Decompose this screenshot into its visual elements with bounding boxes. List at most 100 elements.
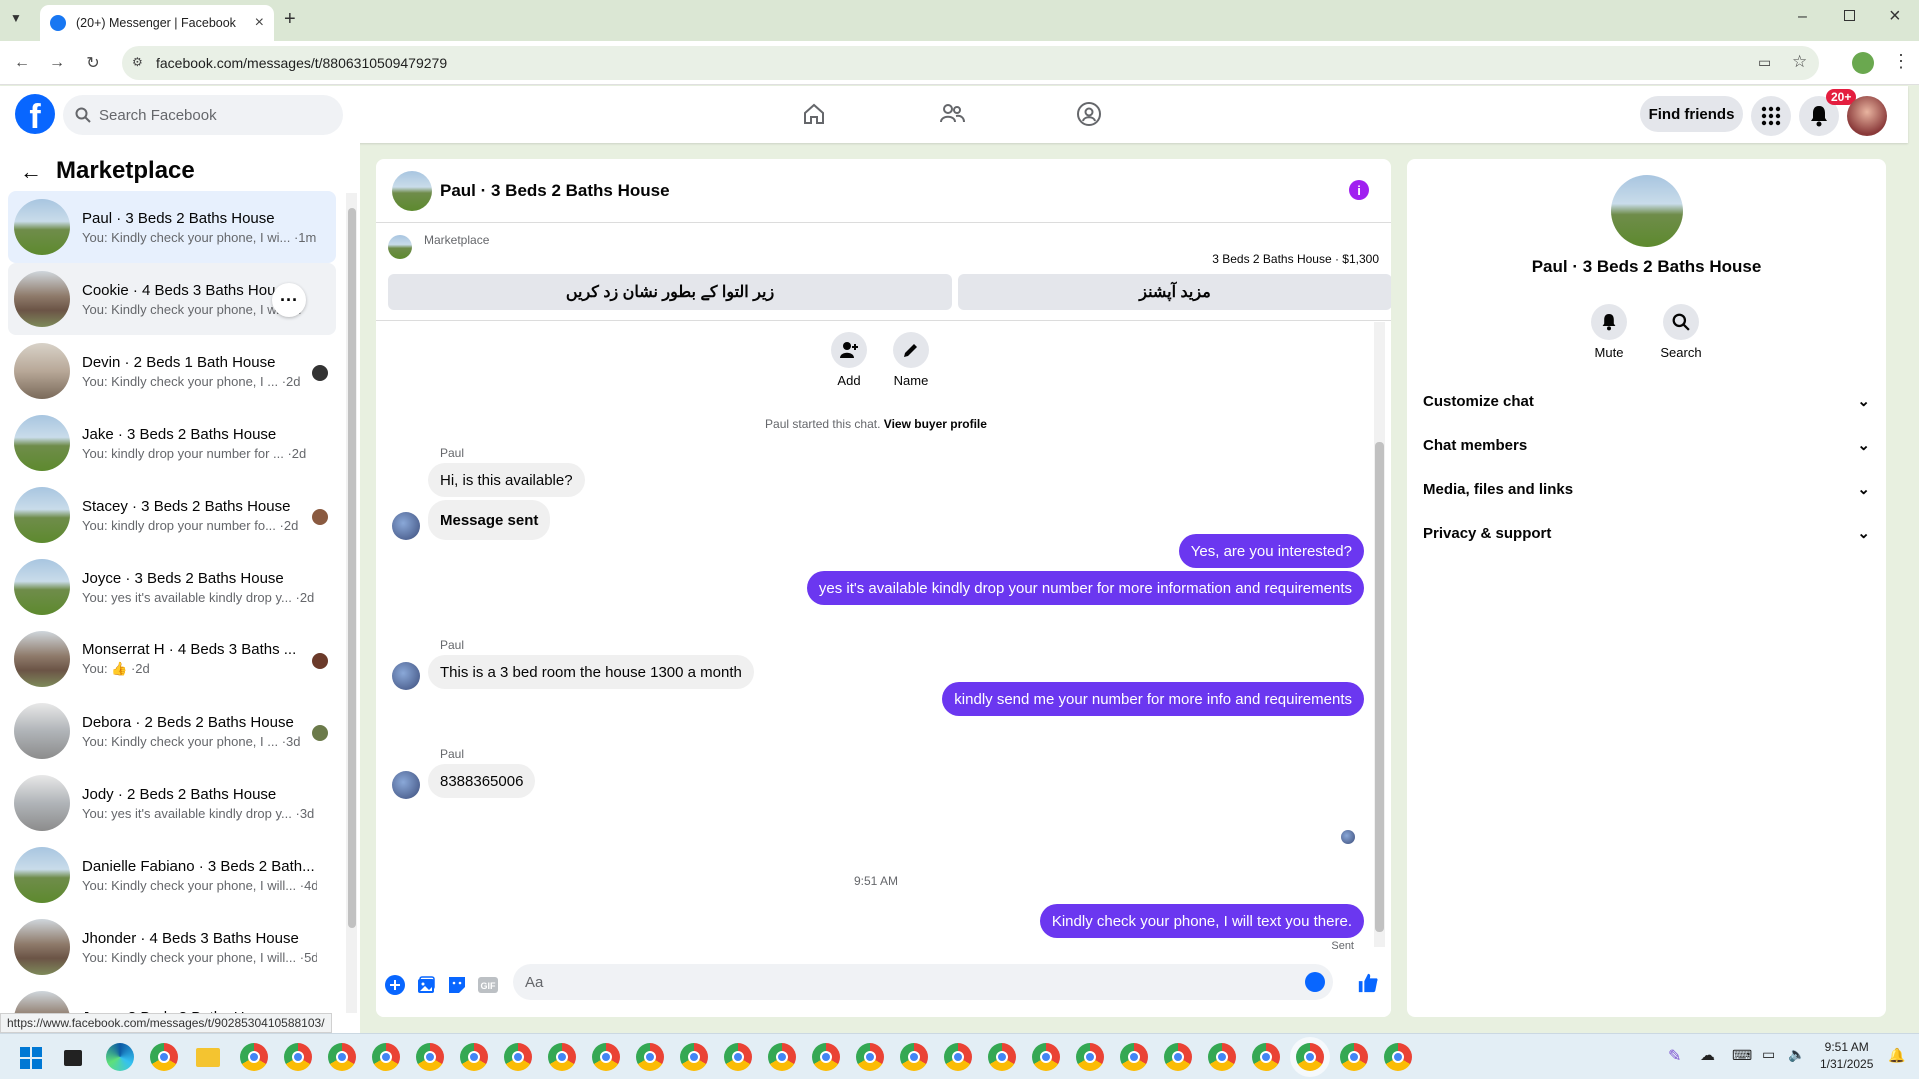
groups-nav-icon[interactable] (1069, 96, 1109, 132)
conversation-item[interactable]: Jhonder · 4 Beds 3 Baths House You: Kindl… (8, 911, 336, 983)
reload-icon[interactable]: ↻ (82, 52, 104, 74)
chrome-icon[interactable] (150, 1043, 178, 1071)
photo-icon[interactable] (415, 974, 437, 996)
like-thumb-icon[interactable] (1357, 972, 1379, 994)
facebook-search-input[interactable]: Search Facebook (63, 95, 343, 135)
display-icon[interactable]: ▭ (1762, 1046, 1775, 1063)
customize-chat-section[interactable]: Customize chat ⌄ (1423, 383, 1870, 419)
volume-icon[interactable]: 🔈 (1788, 1046, 1805, 1063)
chrome-icon[interactable] (1164, 1043, 1192, 1071)
pen-icon[interactable]: ✎ (1668, 1046, 1681, 1066)
network-icon[interactable]: ☁ (1700, 1046, 1715, 1064)
chrome-icon[interactable] (680, 1043, 708, 1071)
message-bubble-outgoing[interactable]: Yes, are you interested? (1178, 534, 1364, 568)
home-nav-icon[interactable] (794, 96, 834, 132)
chat-members-section[interactable]: Chat members ⌄ (1423, 427, 1870, 463)
chrome-icon[interactable] (988, 1043, 1016, 1071)
menu-grid-button[interactable] (1751, 96, 1791, 136)
chrome-icon[interactable] (944, 1043, 972, 1071)
conversation-item[interactable]: Stacey · 3 Beds 2 Baths House You: kindly… (8, 479, 336, 551)
notification-center-icon[interactable]: 🔔 (1888, 1047, 1905, 1064)
chrome-icon[interactable] (724, 1043, 752, 1071)
chat-avatar[interactable] (392, 170, 432, 211)
close-window-icon[interactable]: × (1889, 5, 1901, 28)
conversation-item[interactable]: Debora · 2 Beds 2 Baths House You: Kindly… (8, 695, 336, 767)
message-bubble-incoming[interactable]: 8388365006 (428, 764, 536, 798)
edit-name-button[interactable]: Name (881, 332, 941, 388)
minimize-icon[interactable]: – (1798, 8, 1807, 26)
conversation-item[interactable]: Cookie · 4 Beds 3 Baths Hou You: Kindly c… (8, 263, 336, 335)
chrome-icon[interactable] (1208, 1043, 1236, 1071)
more-options-button[interactable]: مزید آپشنز (958, 274, 1391, 310)
chrome-icon[interactable] (1340, 1043, 1368, 1071)
chrome-icon[interactable] (328, 1043, 356, 1071)
scroll-thumb[interactable] (1375, 442, 1384, 932)
mark-pending-button[interactable]: زیر التوا کے بطور نشان زد کریں (388, 274, 952, 310)
sticker-icon[interactable] (446, 974, 468, 996)
plus-icon[interactable] (384, 974, 406, 996)
chat-title[interactable]: Paul · 3 Beds 2 Baths House (440, 181, 670, 201)
more-options-button[interactable]: ··· (272, 283, 306, 317)
file-explorer-icon[interactable] (196, 1048, 220, 1067)
back-arrow-icon[interactable]: ← (20, 159, 42, 185)
address-bar[interactable]: ⚙ facebook.com/messages/t/88063105094792… (122, 46, 1819, 80)
back-icon[interactable]: ← (11, 52, 33, 74)
account-avatar[interactable] (1847, 96, 1887, 136)
message-bubble-incoming[interactable]: Hi, is this available? (428, 463, 585, 497)
chrome-icon[interactable] (1120, 1043, 1148, 1071)
chat-scrollbar[interactable] (1374, 322, 1385, 947)
chrome-icon[interactable] (1252, 1043, 1280, 1071)
close-tab-icon[interactable]: × (255, 14, 264, 32)
bookmark-star-icon[interactable]: ☆ (1792, 52, 1807, 72)
forward-icon[interactable]: → (46, 52, 68, 74)
scroll-thumb[interactable] (348, 208, 356, 928)
media-files-links-section[interactable]: Media, files and links ⌄ (1423, 471, 1870, 507)
conversation-item[interactable]: Devin · 2 Beds 1 Bath House You: Kindly c… (8, 335, 336, 407)
conversation-item[interactable]: Jody · 2 Beds 2 Baths House You: yes it's… (8, 767, 336, 839)
edge-icon[interactable] (106, 1043, 134, 1071)
new-tab-icon[interactable]: + (284, 8, 296, 31)
chrome-icon[interactable] (1384, 1043, 1412, 1071)
find-friends-button[interactable]: Find friends (1640, 96, 1743, 132)
sidebar-scrollbar[interactable] (346, 193, 357, 1013)
chrome-icon[interactable] (372, 1043, 400, 1071)
message-bubble-incoming[interactable]: Message sent (428, 500, 551, 540)
site-info-icon[interactable]: ⚙ (132, 55, 148, 71)
system-clock[interactable]: 9:51 AM 1/31/2025 (1820, 1039, 1873, 1073)
chrome-icon[interactable] (284, 1043, 312, 1071)
chrome-icon[interactable] (1296, 1043, 1324, 1071)
tab-search-chevron-icon[interactable]: ▼ (10, 11, 30, 31)
chrome-icon[interactable] (1076, 1043, 1104, 1071)
chrome-icon[interactable] (856, 1043, 884, 1071)
emoji-icon[interactable] (1305, 972, 1325, 992)
browser-menu-icon[interactable]: ⋮ (1892, 51, 1910, 72)
conversation-item[interactable]: Joyce · 3 Beds 2 Baths House You: yes it'… (8, 551, 336, 623)
friends-nav-icon[interactable] (932, 96, 972, 132)
keyboard-icon[interactable]: ⌨ (1732, 1047, 1752, 1064)
chrome-icon[interactable] (240, 1043, 268, 1071)
view-buyer-profile-link[interactable]: View buyer profile (884, 417, 987, 431)
chrome-icon[interactable] (416, 1043, 444, 1071)
chrome-icon[interactable] (900, 1043, 928, 1071)
message-bubble-outgoing[interactable]: kindly send me your number for more info… (942, 682, 1364, 716)
browser-tab[interactable]: (20+) Messenger | Facebook × (40, 5, 274, 41)
listing-title-price[interactable]: 3 Beds 2 Baths House · $1,300 (1212, 252, 1379, 266)
chrome-icon[interactable] (504, 1043, 532, 1071)
conversation-item[interactable]: Paul · 3 Beds 2 Baths House You: Kindly c… (8, 191, 336, 263)
restore-icon[interactable] (1844, 10, 1855, 21)
chrome-icon[interactable] (636, 1043, 664, 1071)
add-people-button[interactable]: Add (819, 332, 879, 388)
start-windows-icon[interactable] (20, 1047, 42, 1069)
message-input[interactable]: Aa (513, 964, 1333, 1000)
conversation-item[interactable]: Jake · 3 Beds 2 Baths House You: kindly d… (8, 407, 336, 479)
chrome-icon[interactable] (548, 1043, 576, 1071)
mute-button[interactable]: Mute (1579, 304, 1639, 360)
chrome-icon[interactable] (1032, 1043, 1060, 1071)
chrome-icon[interactable] (592, 1043, 620, 1071)
message-bubble-outgoing[interactable]: yes it's available kindly drop your numb… (806, 571, 1364, 605)
info-icon[interactable]: i (1349, 180, 1369, 200)
chrome-icon[interactable] (460, 1043, 488, 1071)
privacy-support-section[interactable]: Privacy & support ⌄ (1423, 515, 1870, 551)
message-bubble-incoming[interactable]: This is a 3 bed room the house 1300 a mo… (428, 655, 754, 689)
gif-icon[interactable]: GIF (477, 974, 499, 996)
